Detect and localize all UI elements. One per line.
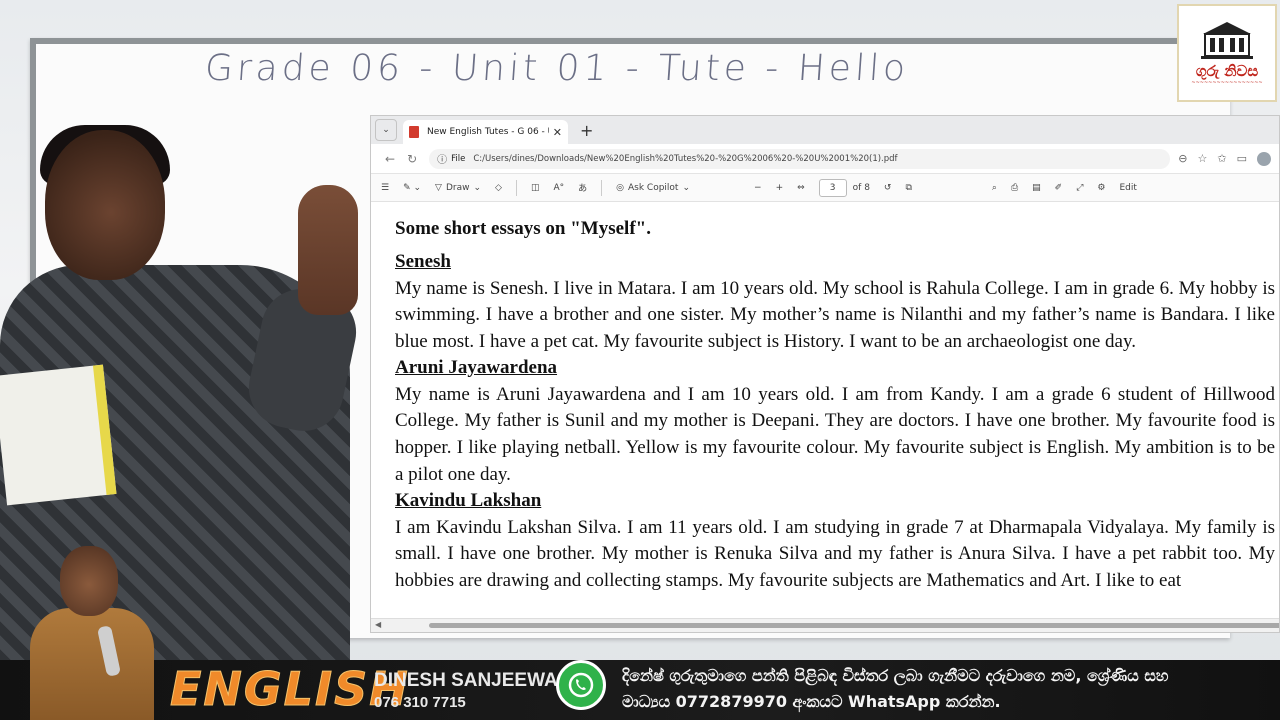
lower-third-banner: ENGLISH DINESH SANJEEWA 076 310 7715 දින… [0,546,1280,720]
collections-icon[interactable]: ▭ [1237,152,1247,165]
save-icon[interactable]: ▤ [1032,183,1041,193]
two-page-icon[interactable]: ⧉ [905,183,911,193]
address-bar: ← ↻ ⓘ File C:/Users/dines/Downloads/New%… [371,144,1279,174]
whatsapp-message-line2: මාධ්‍යය 0772879970 අංකයට WhatsApp කරන්න. [622,692,1001,711]
scroll-left-icon[interactable]: ◀ [375,620,381,629]
translate-icon[interactable]: あ [578,181,587,194]
teacher-phone: 076 310 7715 [374,694,466,711]
pdf-file-icon [409,126,419,138]
whatsapp-icon [556,660,606,710]
teacher-photo [20,546,160,720]
pdf-toolbar: ☰ ✎ ⌄ ▽ Draw ⌄ ◇ ◫ A° あ ◎ Ask Copilot ⌄ − … [371,174,1279,202]
zoom-icon[interactable]: ⊖ [1178,152,1187,165]
teacher-head [60,546,118,616]
favorites-icon[interactable]: ✩ [1217,152,1226,165]
contents-icon[interactable]: ☰ [381,183,389,193]
settings-gear-icon[interactable]: ⚙ [1097,183,1105,193]
tab-title: New English Tutes - G 06 - U 01 (1 [427,127,549,137]
draw-button[interactable]: ▽ Draw ⌄ [435,183,481,193]
read-aloud-icon[interactable]: A° [553,183,564,193]
essay-name: Aruni Jayawardena [395,357,558,379]
scrollbar-thumb[interactable] [429,623,1279,628]
logo-text: ගුරු නිවස [1195,62,1259,80]
whatsapp-message-line1: දිනේෂ් ගුරුතුමාගෙ පන්ති පිළිබඳ විස්තර ලබ… [622,666,1169,685]
page-number-input[interactable]: 3 [818,178,847,197]
back-arrow-icon[interactable]: ← [385,152,395,166]
horizontal-scrollbar[interactable]: ◀ [371,618,1279,632]
pdf-viewer-window: ⌄ New English Tutes - G 06 - U 01 (1 ✕ +… [370,115,1280,633]
logo-tagline-decoration: ~~~~~~~~~~~~~~~~~ [1191,80,1263,86]
info-icon: ⓘ [437,155,448,166]
search-icon[interactable]: ⌕ [992,183,997,193]
guru-niwasa-logo: ගුරු නිවස ~~~~~~~~~~~~~~~~~ [1177,4,1277,102]
fullscreen-icon[interactable]: ⤢ [1076,183,1083,193]
tab-bar: ⌄ New English Tutes - G 06 - U 01 (1 ✕ + [371,116,1279,144]
fit-page-icon[interactable]: ⇔ [797,183,805,193]
chevron-down-icon: ⌄ [382,125,390,135]
page-view-icon[interactable]: ◫ [531,183,540,193]
presenter-hand [298,185,358,315]
teacher-name: DINESH SANJEEWA [374,670,558,691]
toolbar-divider [601,179,603,196]
essay-text: My name is Aruni Jayawardena and I am 10… [395,383,1275,485]
save-as-icon[interactable]: ✐ [1055,183,1063,193]
refresh-icon[interactable]: ↻ [407,152,417,166]
zoom-out-button[interactable]: − [754,183,762,193]
favorite-star-icon[interactable]: ☆ [1198,152,1208,165]
draw-label: Draw [445,182,470,193]
url-field[interactable]: ⓘ File C:/Users/dines/Downloads/New%20En… [429,148,1171,169]
ask-copilot-button[interactable]: ◎ Ask Copilot ⌄ [616,183,690,193]
url-scheme-label: File [451,153,466,164]
print-icon[interactable]: ⎙ [1011,183,1018,193]
building-icon [1201,22,1253,59]
document-heading: Some short essays on "Myself". [395,218,651,239]
essay-text: My name is Senesh. I live in Matara. I a… [395,277,1275,352]
edit-label[interactable]: Edit [1120,183,1137,193]
profile-avatar[interactable] [1257,151,1271,166]
close-icon[interactable]: ✕ [553,126,562,139]
rotate-icon[interactable]: ↺ [884,183,892,193]
page-total: of 8 [852,182,870,193]
address-bar-actions: ⊖ ☆ ✩ ▭ [1178,151,1271,166]
essay-name: Senesh [395,251,451,272]
zoom-in-button[interactable]: + [776,183,784,193]
essay-text: I am Kavindu Lakshan Silva. I am 11 year… [395,516,1275,591]
tab-pdf[interactable]: New English Tutes - G 06 - U 01 (1 ✕ [403,120,568,144]
presenter-head [45,130,165,280]
copilot-icon: ◎ [616,182,624,193]
pen-icon: ▽ [435,182,442,193]
tab-list-button[interactable]: ⌄ [375,119,397,141]
highlight-icon[interactable]: ✎ ⌄ [403,183,421,193]
eraser-icon[interactable]: ◇ [495,183,502,193]
presenter-paper [0,364,117,506]
copilot-label: Ask Copilot [628,182,679,193]
pdf-page-content: Some short essays on "Myself". Senesh My… [371,202,1279,620]
new-tab-button[interactable]: + [580,121,593,140]
toolbar-divider [515,179,517,196]
url-text: C:/Users/dines/Downloads/New%20English%2… [473,153,898,164]
teacher-body [30,608,154,720]
essay-name: Kavindu Lakshan [395,490,542,512]
